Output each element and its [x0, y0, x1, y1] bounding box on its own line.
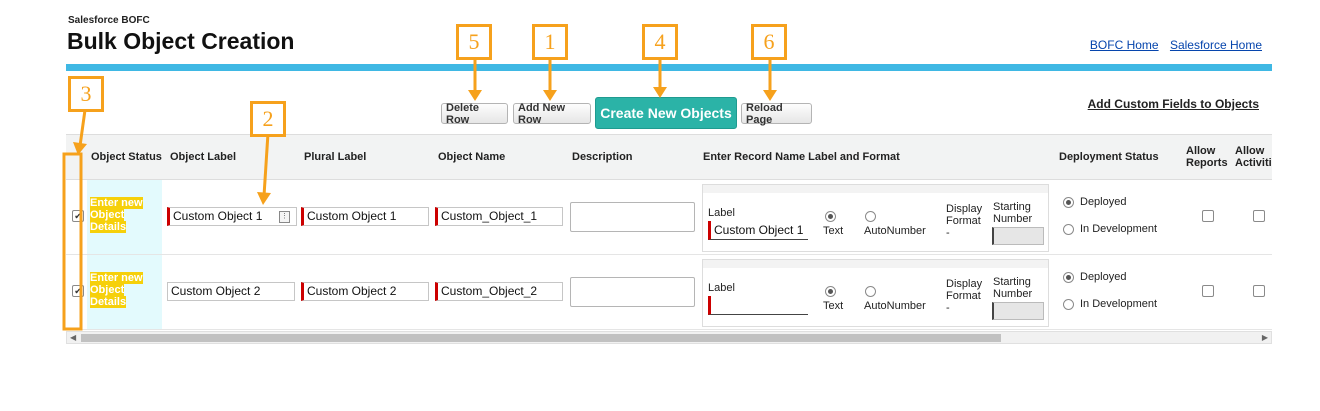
col-object-label: Object Label — [170, 151, 237, 163]
col-allow-activities-line1: Allow — [1235, 145, 1265, 157]
plural-label-input[interactable]: Custom Object 1 — [301, 207, 429, 226]
callout-5: 5 — [456, 24, 492, 60]
col-allow-activities: Allow Activiti — [1235, 135, 1272, 179]
col-deployment-status: Deployment Status — [1059, 151, 1159, 163]
starting-number-line2: Number — [993, 288, 1033, 300]
table-row: ✔ Enter new Object Details Custom Object… — [66, 180, 1272, 255]
allow-activities-checkbox[interactable] — [1253, 210, 1265, 222]
record-name-box: Label Text AutoNumber Display Format - S… — [702, 259, 1049, 327]
deployed-radio[interactable] — [1063, 272, 1074, 283]
in-development-label: In Development — [1080, 298, 1158, 310]
col-allow-reports-line1: Allow — [1186, 145, 1216, 157]
horizontal-scrollbar[interactable]: ◀ ▶ — [66, 331, 1272, 344]
reload-page-button[interactable]: Reload Page — [741, 102, 812, 126]
status-cell: Enter new Object Details — [87, 255, 162, 329]
top-links: BOFC Home Salesforce Home — [1082, 38, 1262, 52]
starting-number-line1: Starting — [993, 201, 1031, 213]
arrow-5-head — [468, 90, 482, 101]
allow-reports-checkbox[interactable] — [1202, 210, 1214, 222]
callout-4: 4 — [642, 24, 678, 60]
header-accent-bar — [66, 64, 1272, 71]
format-autonumber-radio[interactable] — [865, 211, 876, 222]
create-new-objects-button[interactable]: Create New Objects — [595, 97, 737, 129]
in-development-label: In Development — [1080, 223, 1158, 235]
callout-3: 3 — [68, 76, 104, 112]
scroll-left-icon[interactable]: ◀ — [70, 333, 76, 342]
row-select-checkbox[interactable]: ✔ — [72, 285, 84, 297]
salesforce-home-link[interactable]: Salesforce Home — [1170, 38, 1262, 52]
callout-1: 1 — [532, 24, 568, 60]
plural-label-input[interactable]: Custom Object 2 — [301, 282, 429, 301]
col-allow-reports: Allow Reports — [1186, 135, 1228, 179]
format-text-radio[interactable] — [825, 286, 836, 297]
col-allow-reports-line2: Reports — [1186, 157, 1228, 169]
status-text: Enter new Object Details — [90, 197, 143, 233]
format-autonumber-label: AutoNumber — [864, 300, 926, 312]
in-development-radio[interactable] — [1063, 299, 1074, 310]
format-autonumber-label: AutoNumber — [864, 225, 926, 237]
page-title: Bulk Object Creation — [67, 28, 295, 54]
add-new-row-button[interactable]: Add New Row — [513, 102, 591, 126]
deployed-label: Deployed — [1080, 271, 1127, 283]
in-development-radio[interactable] — [1063, 224, 1074, 235]
scrollbar-thumb[interactable] — [81, 334, 1001, 342]
deployed-radio[interactable] — [1063, 197, 1074, 208]
delete-row-button[interactable]: Delete Row — [441, 102, 508, 126]
arrow-1-head — [543, 90, 557, 101]
status-cell: Enter new Object Details — [87, 180, 162, 254]
callout-6: 6 — [751, 24, 787, 60]
record-label-caption: Label — [708, 282, 735, 294]
objects-table: Object Status Object Label Plural Label … — [66, 134, 1272, 332]
record-label-input[interactable]: Custom Object 1 — [708, 221, 808, 240]
row-select-checkbox[interactable]: ✔ — [72, 210, 84, 222]
format-text-radio[interactable] — [825, 211, 836, 222]
deployed-label: Deployed — [1080, 196, 1127, 208]
object-name-input[interactable]: Custom_Object_2 — [435, 282, 563, 301]
display-format-line3: - — [946, 302, 950, 314]
callout-2: 2 — [250, 101, 286, 137]
col-description: Description — [572, 151, 633, 163]
lookup-icon[interactable]: ⋮ — [279, 211, 290, 223]
app-name: Salesforce BOFC — [68, 15, 150, 26]
object-label-input[interactable]: Custom Object 1 — [167, 207, 297, 226]
starting-number-line2: Number — [993, 213, 1033, 225]
format-autonumber-radio[interactable] — [865, 286, 876, 297]
description-textarea[interactable] — [570, 202, 695, 232]
col-plural-label: Plural Label — [304, 151, 367, 163]
format-text-label: Text — [823, 300, 844, 312]
allow-activities-checkbox[interactable] — [1253, 285, 1265, 297]
record-name-box-strip — [703, 260, 1048, 268]
col-allow-activities-line2: Activiti — [1235, 157, 1272, 169]
object-label-input[interactable]: Custom Object 2 — [167, 282, 295, 301]
bofc-home-link[interactable]: BOFC Home — [1090, 38, 1159, 52]
starting-number-input[interactable] — [992, 227, 1044, 245]
display-format-line2: Format — [946, 290, 981, 302]
allow-reports-checkbox[interactable] — [1202, 285, 1214, 297]
display-format-line1: Display — [946, 278, 983, 290]
scroll-right-icon[interactable]: ▶ — [1262, 333, 1268, 342]
display-format-line1: Display — [946, 203, 983, 215]
table-header: Object Status Object Label Plural Label … — [66, 135, 1272, 180]
table-row: ✔ Enter new Object Details Custom Object… — [66, 255, 1272, 330]
format-text-label: Text — [823, 225, 844, 237]
object-name-input[interactable]: Custom_Object_1 — [435, 207, 563, 226]
starting-number-input[interactable] — [992, 302, 1044, 320]
add-custom-fields-link[interactable]: Add Custom Fields to Objects — [1088, 97, 1259, 111]
display-format-line2: Format — [946, 215, 981, 227]
record-label-input[interactable] — [708, 296, 808, 315]
record-label-caption: Label — [708, 207, 735, 219]
record-name-box: Label Custom Object 1 Text AutoNumber Di… — [702, 184, 1049, 252]
description-textarea[interactable] — [570, 277, 695, 307]
record-name-box-strip — [703, 185, 1048, 193]
starting-number-line1: Starting — [993, 276, 1031, 288]
col-object-status: Object Status — [91, 151, 162, 163]
status-text: Enter new Object Details — [90, 272, 143, 308]
display-format-line3: - — [946, 227, 950, 239]
arrow-6-head — [763, 90, 777, 101]
col-record-name: Enter Record Name Label and Format — [703, 151, 900, 163]
col-object-name: Object Name — [438, 151, 506, 163]
